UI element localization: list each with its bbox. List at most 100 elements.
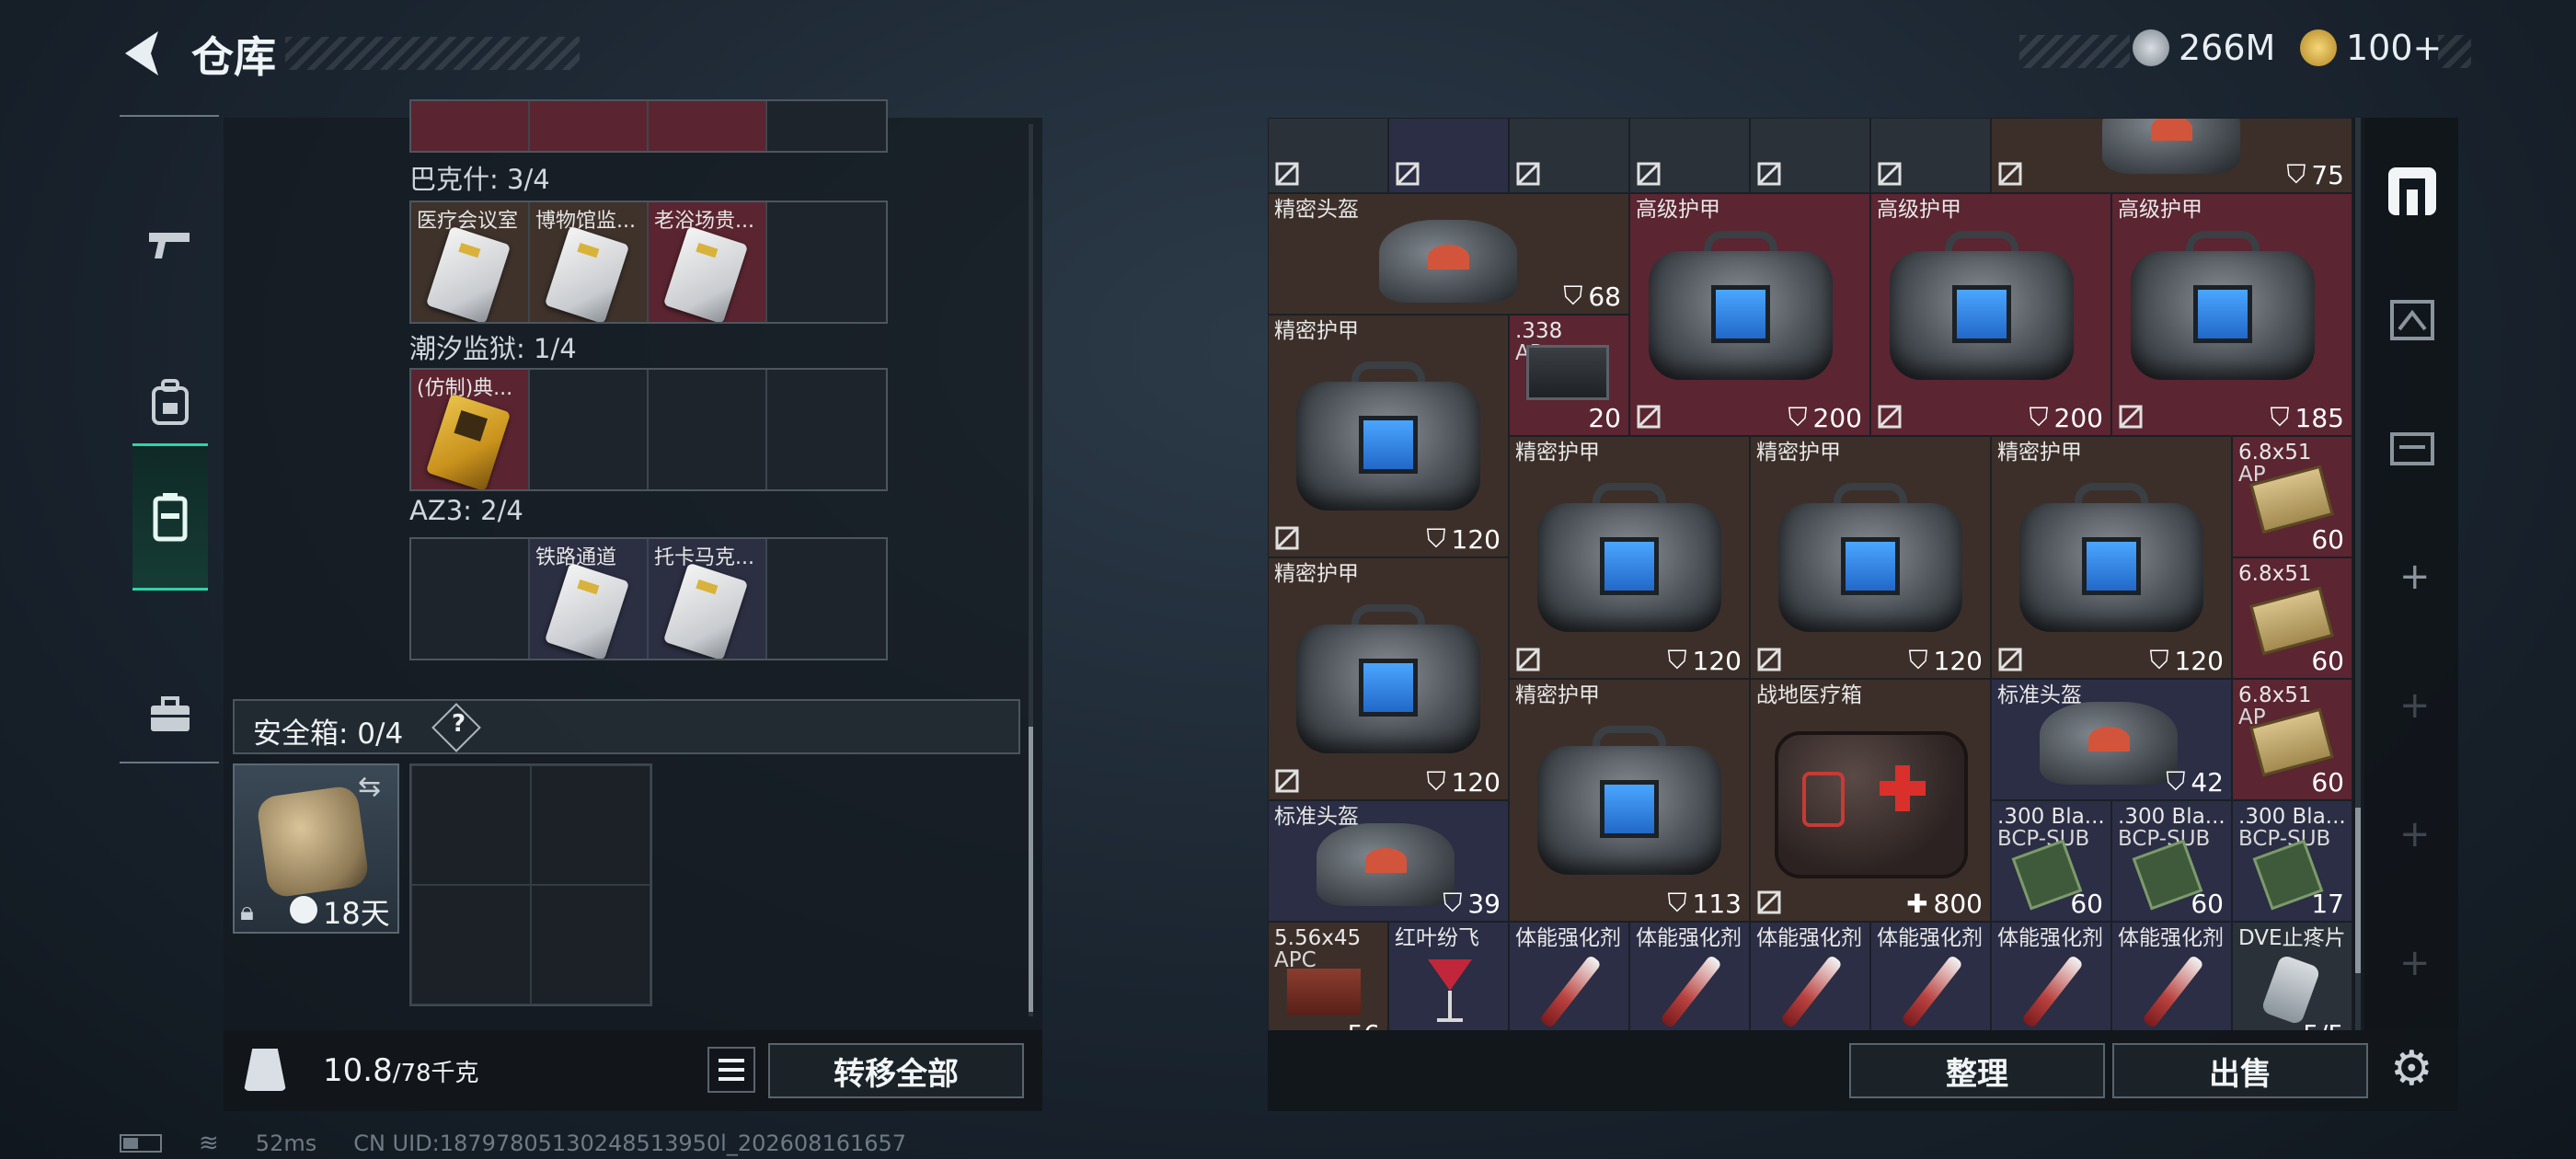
add-filter-icon[interactable]: + <box>2399 813 2431 855</box>
keycard-slot[interactable]: 铁路通道 <box>530 539 649 659</box>
inventory-item[interactable]: 精密护甲 ⛉ 113 <box>1509 679 1750 922</box>
inventory-item[interactable] <box>1509 118 1629 193</box>
inventory-item[interactable]: 精密护甲 ⛉ 120 <box>1509 436 1750 679</box>
keycard-grid-partial <box>409 99 888 153</box>
inventory-item[interactable]: 高级护甲 ⛉ 200 <box>1629 193 1870 436</box>
keycard-slot[interactable]: 托卡马克... <box>649 539 767 659</box>
inventory-item[interactable]: 6.8x51 AP 60 <box>2232 679 2352 800</box>
inventory-item[interactable]: 体能强化剂 <box>1750 922 1870 1030</box>
inventory-item[interactable]: .300 Bla... BCP-SUB 60 <box>1991 800 2111 922</box>
shield-icon: ⛉ <box>1426 766 1446 797</box>
card-slot[interactable] <box>530 101 649 151</box>
weight-bar: 10.8/78千克 转移全部 <box>224 1030 1042 1111</box>
inventory-item[interactable]: 体能强化剂 <box>1870 922 1991 1030</box>
inventory-item[interactable]: 精密护甲 ⛉ 120 <box>1991 436 2232 679</box>
inventory-item[interactable]: 体能强化剂 <box>1991 922 2111 1030</box>
tab-containers[interactable] <box>132 443 208 591</box>
inventory-scrollbar-thumb[interactable] <box>2355 808 2361 973</box>
cocktail-icon <box>1428 959 1472 1022</box>
item-name: .300 Bla... <box>1997 805 2105 829</box>
lock-icon: 🔒︎ <box>240 896 254 926</box>
item-name: 高级护甲 <box>1877 198 1961 222</box>
safebox-case-icon <box>255 784 371 900</box>
inventory-item[interactable]: .300 Bla... BCP-SUB 60 <box>2111 800 2232 922</box>
inventory-item[interactable]: 精密护甲 ⛉ 120 <box>1268 315 1509 557</box>
safebox-slot[interactable] <box>531 885 650 1004</box>
inventory-item[interactable]: 战地医疗箱 ✚ 800 <box>1750 679 1991 922</box>
item-durability: ⛉ 185 <box>2270 402 2344 433</box>
inventory-item[interactable]: 精密护甲 ⛉ 120 <box>1750 436 1991 679</box>
battery-icon <box>120 1134 162 1153</box>
keycard-slot-empty[interactable] <box>767 539 886 659</box>
inventory-item[interactable] <box>1629 118 1750 193</box>
safebox-slot[interactable] <box>411 765 531 885</box>
safebox-item[interactable]: ⇆ 🔒︎ 18天 <box>233 763 399 934</box>
silver-coin-icon <box>2133 29 2169 66</box>
helmet-icon <box>2102 119 2240 174</box>
keycard-slot-empty[interactable] <box>649 370 767 489</box>
item-count: 20 <box>1588 403 1621 433</box>
item-name: 体能强化剂 <box>1636 926 1742 950</box>
inventory-item[interactable]: .338 AP 20 <box>1509 315 1629 436</box>
inventory-item[interactable]: 高级护甲 ⛉ 185 <box>2111 193 2352 436</box>
inventory-item[interactable]: 6.8x51 60 <box>2232 557 2352 679</box>
back-arrow-icon[interactable] <box>118 26 173 81</box>
keycard-slot-empty[interactable] <box>767 370 886 489</box>
inventory-item[interactable]: 6.8x51 AP 60 <box>2232 436 2352 557</box>
inventory-item[interactable]: 红叶纷飞 <box>1388 922 1509 1030</box>
inventory-item[interactable]: 5.56x45 APC 56 <box>1268 922 1388 1030</box>
armor-icon <box>1296 361 1480 511</box>
keycard-slot[interactable]: 博物馆监... <box>530 202 649 322</box>
shield-icon: ⛉ <box>2166 766 2186 797</box>
filter-equipment[interactable] <box>2386 293 2438 344</box>
inventory-item[interactable]: 标准头盔 ⛉ 42 <box>1991 679 2232 800</box>
card-slot[interactable] <box>411 101 530 151</box>
inventory-item[interactable]: 标准头盔 ⛉ 39 <box>1268 800 1509 922</box>
inventory-item[interactable] <box>1268 118 1388 193</box>
filter-all[interactable] <box>2385 164 2440 219</box>
currency-hatch-decoration <box>2019 35 2130 68</box>
keycard-slot[interactable]: 医疗会议室 <box>411 202 530 322</box>
card-slot[interactable] <box>649 101 767 151</box>
inventory-item[interactable]: 体能强化剂 <box>2111 922 2232 1030</box>
safebox-slot[interactable] <box>411 885 531 1004</box>
left-scrollbar-thumb[interactable] <box>1029 727 1033 1012</box>
item-name: 精密护甲 <box>1274 319 1359 343</box>
inventory-item[interactable] <box>1388 118 1509 193</box>
add-filter-icon[interactable]: + <box>2399 942 2431 984</box>
armor-icon <box>1537 483 1721 632</box>
transfer-all-button[interactable]: 转移全部 <box>768 1043 1024 1098</box>
shield-icon: ⛉ <box>2286 159 2306 189</box>
item-durability: ⛉ 120 <box>1426 523 1501 555</box>
inventory-item[interactable]: 体能强化剂 <box>1629 922 1750 1030</box>
item-name: 战地医疗箱 <box>1756 683 1862 707</box>
keycard-slot-empty[interactable] <box>767 202 886 322</box>
tab-weapons[interactable] <box>132 172 208 319</box>
keycard-slot[interactable]: 老浴场贵... <box>649 202 767 322</box>
keycard-slot-empty[interactable] <box>530 370 649 489</box>
inventory-item[interactable]: DVE止疼片 5/5 <box>2232 922 2352 1030</box>
inventory-item[interactable]: 体能强化剂 <box>1509 922 1629 1030</box>
inventory-item[interactable] <box>1750 118 1870 193</box>
add-filter-icon[interactable]: + <box>2399 556 2431 598</box>
swap-icon[interactable]: ⇆ <box>358 771 381 803</box>
card-slot[interactable] <box>767 101 886 151</box>
inventory-item[interactable]: ⛉ 75 <box>1991 118 2352 193</box>
list-view-icon[interactable] <box>707 1047 755 1093</box>
inventory-item[interactable]: 精密头盔 ⛉ 68 <box>1268 193 1629 315</box>
add-filter-icon[interactable]: + <box>2399 684 2431 727</box>
keycard-name: 托卡马克... <box>654 546 754 569</box>
settings-gear-icon[interactable]: ⚙ <box>2390 1041 2433 1096</box>
inventory-item[interactable] <box>1870 118 1991 193</box>
inventory-item[interactable]: .300 Bla... BCP-SUB 17 <box>2232 800 2352 922</box>
sell-button[interactable]: 出售 <box>2112 1043 2368 1098</box>
filter-weapons[interactable] <box>2386 421 2438 473</box>
keycard-slot-empty[interactable] <box>411 539 530 659</box>
keycard-slot[interactable]: (仿制)典... <box>411 370 530 489</box>
tab-supplies[interactable] <box>132 641 208 788</box>
inventory-item[interactable]: 精密护甲 ⛉ 120 <box>1268 557 1509 800</box>
safebox-slot[interactable] <box>531 765 650 885</box>
keycard-icon <box>544 562 630 659</box>
inventory-item[interactable]: 高级护甲 ⛉ 200 <box>1870 193 2111 436</box>
sort-button[interactable]: 整理 <box>1849 1043 2105 1098</box>
